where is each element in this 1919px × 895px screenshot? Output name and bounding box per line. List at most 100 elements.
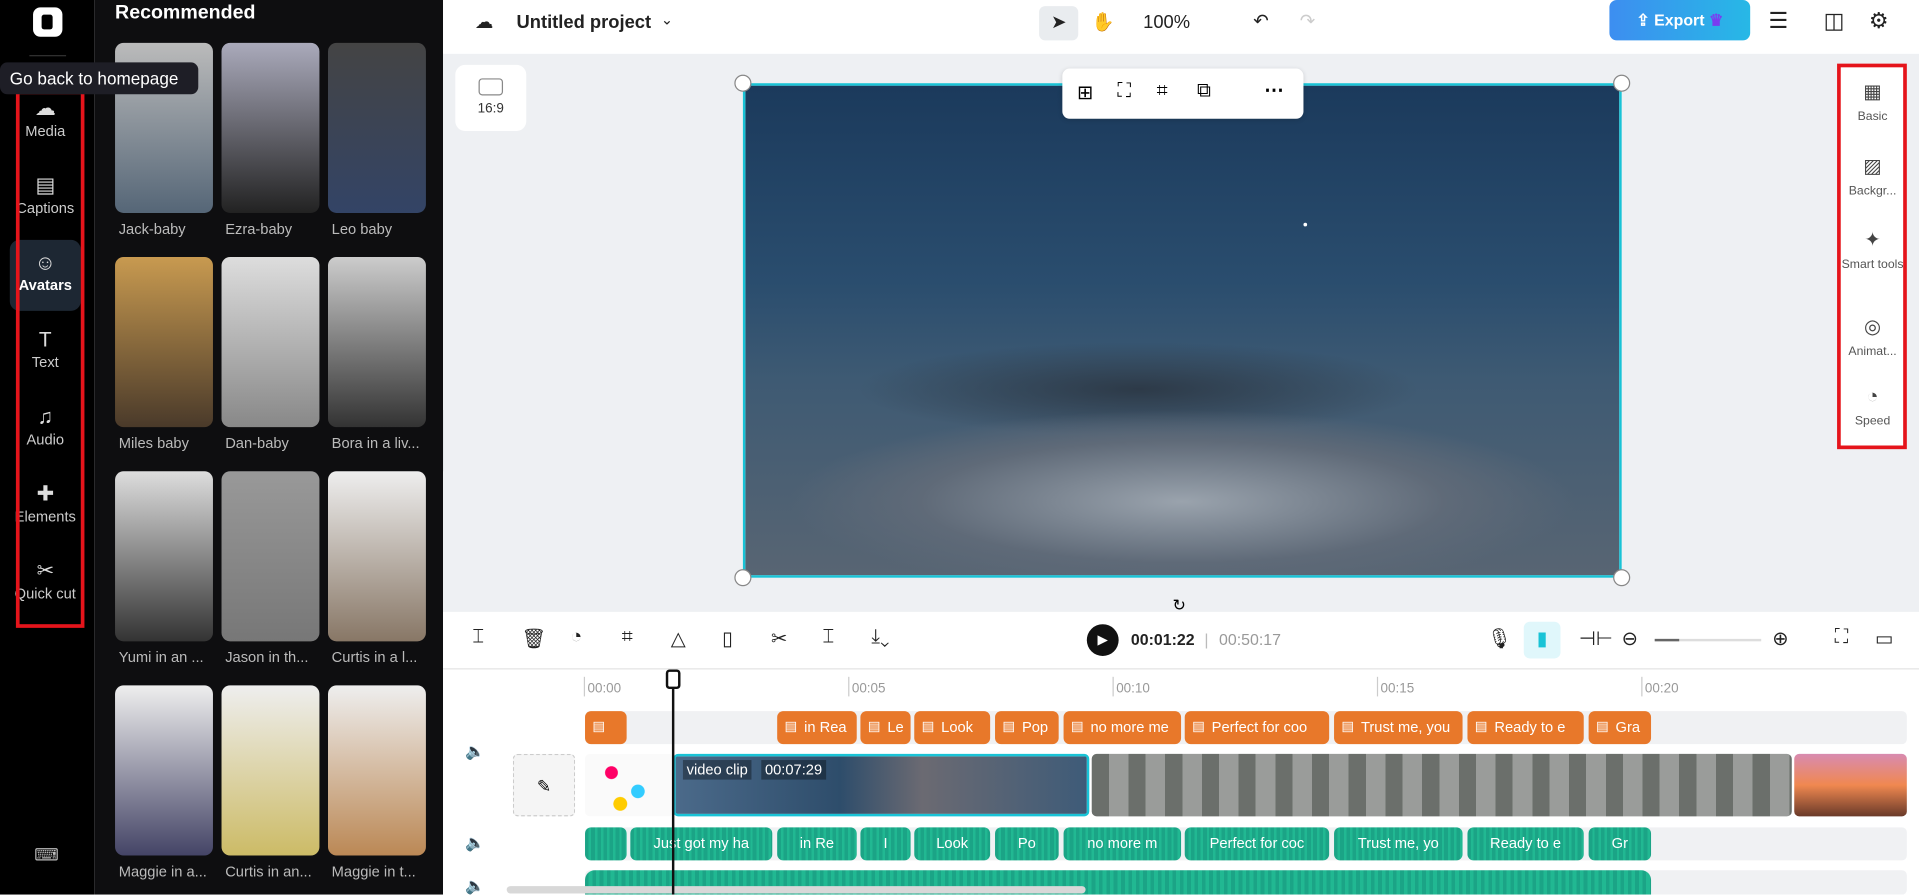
home-logo-button[interactable]: [33, 7, 63, 37]
preview-icon[interactable]: ▭: [1875, 627, 1894, 651]
aspect-ratio-button[interactable]: 16:9: [455, 64, 527, 131]
auto-snap-button[interactable]: ▮: [1523, 621, 1561, 659]
settings-icon[interactable]: ⚙: [1869, 9, 1889, 35]
keyboard-icon[interactable]: ⌨: [34, 844, 59, 865]
caption-clip[interactable]: no more me: [1063, 711, 1182, 745]
play-button[interactable]: ▶: [1086, 624, 1119, 657]
fit-icon[interactable]: ⛶: [1117, 81, 1131, 103]
flip-icon[interactable]: △: [671, 627, 686, 651]
quick-cut-icon[interactable]: ✂: [771, 627, 787, 651]
avatar-card[interactable]: Curtis in a l...: [328, 471, 426, 666]
caption-clip[interactable]: Le: [860, 711, 911, 745]
resize-handle[interactable]: [1613, 74, 1631, 92]
panel-tab-basic[interactable]: ▦ Basic: [1840, 80, 1906, 124]
caption-clip[interactable]: Gra: [1588, 711, 1652, 745]
playhead-handle[interactable]: [665, 669, 681, 690]
avatar-card[interactable]: Yumi in an ...: [115, 471, 213, 666]
rail-item-media[interactable]: ☁ Media: [10, 86, 81, 157]
video-clip[interactable]: [1794, 753, 1907, 817]
crop-icon[interactable]: ⌗: [1157, 81, 1168, 103]
more-icon[interactable]: ⋯: [1264, 78, 1284, 102]
crop-icon[interactable]: ⌗: [622, 627, 633, 649]
volume-icon[interactable]: 🔈: [465, 876, 485, 894]
panel-tab-label: Basic: [1857, 110, 1888, 124]
resize-handle[interactable]: [734, 569, 752, 587]
layout-icon[interactable]: ◫: [1824, 9, 1845, 35]
caption-clip[interactable]: Look: [914, 711, 991, 745]
voiceover-clip[interactable]: in Re: [777, 827, 857, 861]
playhead[interactable]: [671, 676, 675, 895]
project-title[interactable]: Untitled project: [516, 12, 651, 33]
rail-item-text[interactable]: T Text: [10, 317, 81, 388]
caption-clip[interactable]: [585, 711, 627, 745]
mask-icon[interactable]: ⧉: [1197, 81, 1211, 103]
voiceover-clip[interactable]: Trust me, yo: [1334, 827, 1463, 861]
caption-clip[interactable]: Trust me, you: [1334, 711, 1463, 745]
trim-icon[interactable]: ⌶: [822, 627, 834, 649]
avatar-card[interactable]: Dan-baby: [221, 257, 320, 452]
avatar-thumbnail: [221, 471, 320, 642]
resize-handle[interactable]: [734, 74, 752, 92]
chevron-down-icon[interactable]: ⌄: [661, 11, 673, 28]
freeze-icon[interactable]: ◔: [570, 627, 582, 649]
video-preview[interactable]: [742, 83, 1622, 578]
caption-clip[interactable]: Perfect for coo: [1184, 711, 1330, 745]
volume-icon[interactable]: 🔈: [465, 833, 485, 853]
split-track-icon[interactable]: ⊣⊢: [1579, 627, 1613, 651]
caption-clip[interactable]: Pop: [995, 711, 1059, 745]
undo-button[interactable]: ↶: [1253, 10, 1268, 32]
volume-icon[interactable]: 🔈: [465, 742, 485, 762]
voiceover-clip[interactable]: [585, 827, 627, 861]
voiceover-clip[interactable]: Just got my ha: [630, 827, 773, 861]
hand-tool-button[interactable]: ✋: [1092, 11, 1115, 33]
voiceover-clip[interactable]: Po: [995, 827, 1059, 861]
zoom-in-icon[interactable]: ⊕: [1772, 627, 1788, 651]
avatar-card[interactable]: Leo baby: [328, 42, 426, 237]
rail-item-audio[interactable]: ♫ Audio: [10, 394, 81, 465]
caption-clip[interactable]: Ready to e: [1467, 711, 1584, 745]
panel-tab-smarttools[interactable]: ✦ Smart tools: [1840, 228, 1906, 272]
select-tool-button[interactable]: ➤: [1039, 6, 1079, 41]
rail-item-avatars[interactable]: ☺ Avatars: [9, 239, 81, 311]
avatar-card[interactable]: Maggie in a...: [115, 685, 213, 880]
avatar-card[interactable]: Miles baby: [115, 257, 213, 452]
horizontal-scrollbar[interactable]: [506, 886, 1086, 894]
download-icon[interactable]: ⤓⌄: [871, 627, 889, 649]
edit-cover-button[interactable]: ✎: [512, 753, 576, 817]
resize-handle[interactable]: [1613, 569, 1631, 587]
voiceover-clip[interactable]: no more m: [1063, 827, 1182, 861]
zoom-dropdown[interactable]: 100%: [1143, 12, 1190, 33]
zoom-slider[interactable]: [1654, 638, 1762, 642]
layers-icon[interactable]: ☰: [1769, 9, 1789, 35]
caption-clip[interactable]: in Rea: [777, 711, 857, 745]
voiceover-clip[interactable]: Gr: [1588, 827, 1652, 861]
mirror-icon[interactable]: ▯: [722, 627, 733, 651]
export-button[interactable]: ⇪ Export ♛: [1609, 0, 1751, 41]
delete-icon[interactable]: 🗑: [521, 627, 546, 651]
voiceover-clip[interactable]: Ready to e: [1467, 827, 1584, 861]
split-icon[interactable]: ⌶: [472, 627, 484, 649]
fullscreen-icon[interactable]: ⛶: [1835, 627, 1849, 649]
replace-image-icon[interactable]: ⊞: [1077, 81, 1093, 105]
avatar-card[interactable]: Jason in th...: [221, 471, 320, 666]
panel-tab-speed[interactable]: ◔ Speed: [1840, 387, 1906, 429]
panel-tab-label: Animat...: [1848, 345, 1897, 359]
avatar-card[interactable]: Ezra-baby: [221, 42, 320, 237]
rail-item-quick-cut[interactable]: ✂ Quick cut: [10, 548, 81, 634]
rail-item-captions[interactable]: ▤ Captions: [10, 163, 81, 234]
video-clip[interactable]: [1091, 753, 1792, 817]
microphone-icon[interactable]: 🎙: [1487, 627, 1512, 651]
rail-item-elements[interactable]: ✚ Elements: [10, 471, 81, 542]
avatar-card[interactable]: Maggie in t...: [328, 685, 426, 880]
voiceover-clip[interactable]: Look: [914, 827, 991, 861]
image-clip[interactable]: [585, 753, 674, 817]
voiceover-clip[interactable]: I: [860, 827, 911, 861]
voiceover-clip[interactable]: Perfect for coc: [1184, 827, 1330, 861]
zoom-out-icon[interactable]: ⊖: [1622, 627, 1638, 651]
avatar-card[interactable]: Curtis in an...: [221, 685, 320, 880]
panel-tab-animat[interactable]: ◎ Animat...: [1840, 315, 1906, 359]
avatar-card[interactable]: Bora in a liv...: [328, 257, 426, 452]
redo-button[interactable]: ↷: [1300, 10, 1315, 32]
panel-tab-backgr[interactable]: ▨ Backgr...: [1840, 154, 1906, 199]
video-clip-selected[interactable]: video clip 00:07:29: [673, 753, 1090, 817]
